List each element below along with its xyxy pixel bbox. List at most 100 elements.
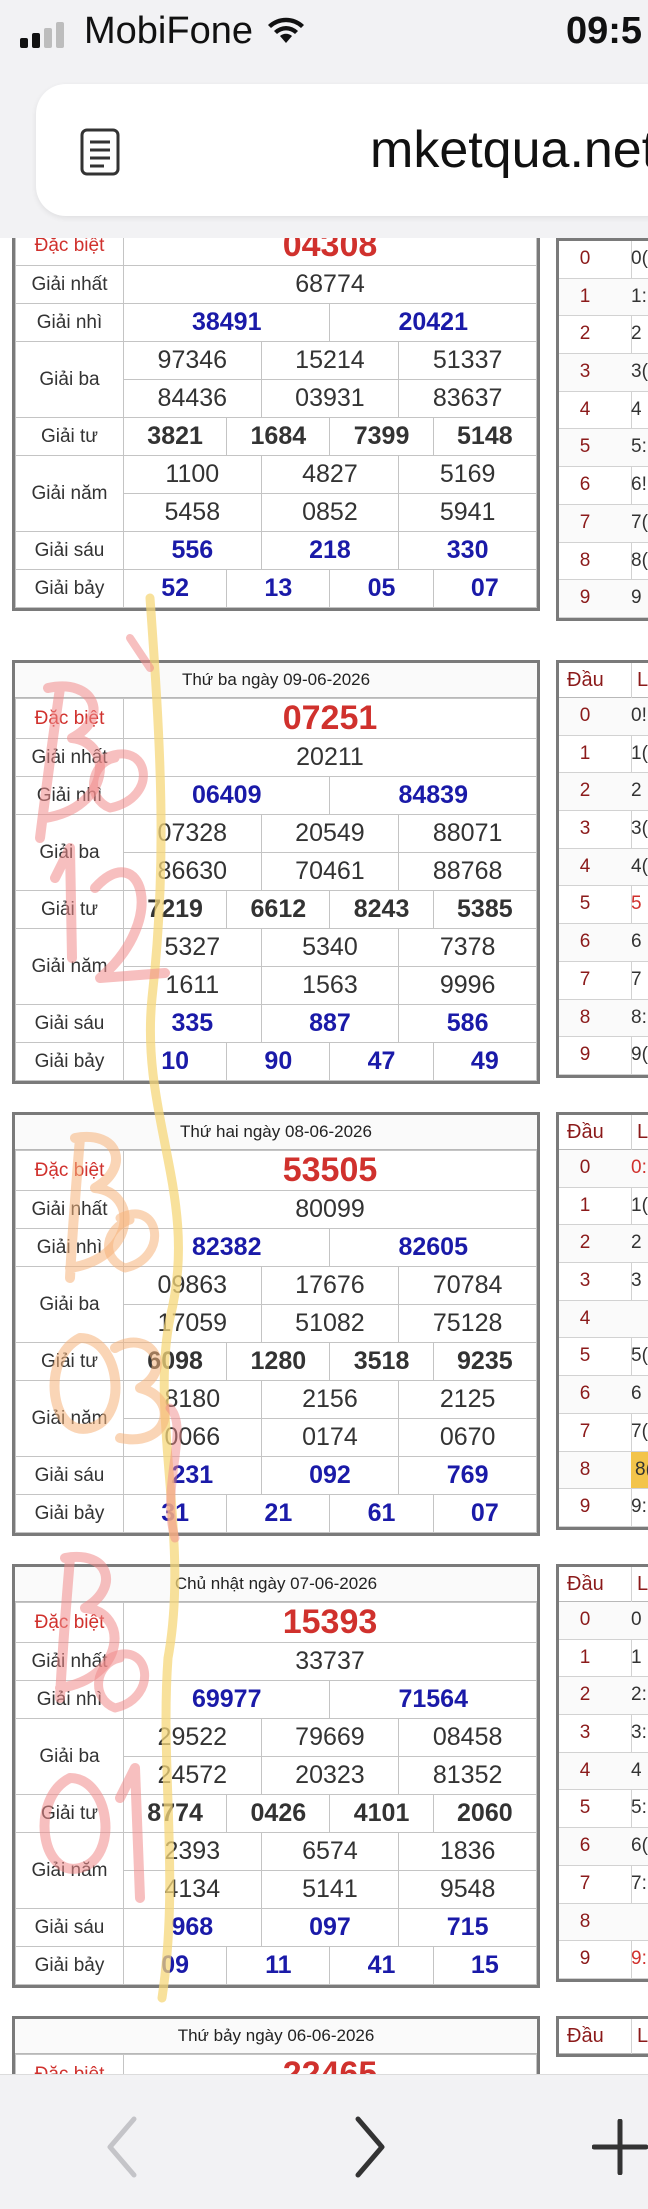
prize-number: 82382	[122, 1228, 331, 1267]
label-special: Đặc biệt	[15, 238, 124, 266]
head-tail-row: 3 3(	[559, 811, 648, 849]
label-second: Giải nhì	[15, 1680, 124, 1719]
prize-number: 20211	[123, 738, 537, 777]
head-tail-row: 4	[559, 1300, 648, 1339]
label-first: Giải nhất	[15, 738, 124, 777]
prize-number: 52	[122, 569, 228, 608]
head-tail-row: 99	[559, 580, 648, 618]
prize-number: 68774	[123, 265, 537, 304]
prize-number: 4101	[329, 1794, 434, 1833]
prize-number: 88071	[398, 814, 537, 853]
head-tail-table: ĐầuLo	[556, 2016, 648, 2057]
prize-number: 84436	[123, 379, 262, 418]
head-tail-table: ĐầuLo00!11(2233(44(55667788:99(	[556, 660, 648, 1078]
prize-number: 2156	[260, 1380, 400, 1419]
prize-number: 22465	[123, 2054, 537, 2074]
head-tail-row: 00	[559, 1602, 648, 1640]
head-tail-header: ĐầuLo	[559, 663, 648, 698]
forward-arrow-icon[interactable]	[352, 2115, 388, 2179]
prize-number: 4134	[123, 1870, 262, 1909]
address-bar[interactable]: mketqua.net	[36, 84, 648, 216]
prize-number: 715	[398, 1908, 537, 1947]
back-arrow-icon[interactable]	[104, 2115, 140, 2179]
prize-number: 33737	[123, 1642, 537, 1681]
prize-number: 31	[122, 1494, 228, 1533]
prize-number: 8243	[329, 890, 434, 929]
label-second: Giải nhì	[15, 1228, 124, 1267]
prize-number: 5169	[398, 455, 537, 494]
prize-number: 38491	[122, 303, 331, 342]
prize-number: 2125	[398, 1380, 537, 1419]
prize-number: 6574	[260, 1832, 400, 1871]
head-tail-row: 8 8:	[559, 999, 648, 1038]
head-tail-row: 88(	[559, 543, 648, 581]
prize-number: 0426	[226, 1794, 331, 1833]
label-third: Giải ba	[15, 814, 124, 891]
prize-number: 9235	[432, 1342, 538, 1381]
prize-number: 11	[226, 1946, 331, 1985]
head-tail-row: 6 6!	[559, 467, 648, 505]
prize-number: 09863	[123, 1266, 262, 1305]
prize-number: 3821	[122, 417, 228, 456]
label-seventh: Giải bảy	[15, 1494, 124, 1533]
prize-number: 1836	[398, 1832, 537, 1871]
head-tail-row: 9 9(	[559, 1037, 648, 1075]
prize-number: 2060	[432, 1794, 538, 1833]
carrier-name: MobiFone	[84, 10, 253, 52]
results-page[interactable]: Đặc biệt 04308 Giải nhất 68774 Giải nhì 38491…	[0, 238, 648, 2074]
prize-number: 03931	[260, 379, 400, 418]
head-tail-row: 33	[559, 1263, 648, 1301]
head-tail-row: 5 5(	[559, 1338, 648, 1377]
prize-number: 79669	[260, 1718, 400, 1757]
head-tail-row: 0 0:	[559, 1150, 648, 1188]
status-time: 09:5	[566, 10, 643, 52]
head-tail-row: 55	[559, 886, 648, 925]
label-seventh: Giải bảy	[15, 1042, 124, 1081]
label-first: Giải nhất	[15, 265, 124, 304]
url-text[interactable]: mketqua.net	[370, 120, 648, 180]
prize-number: 5458	[123, 493, 262, 532]
prize-number: 1563	[260, 966, 400, 1005]
prize-number: 81352	[398, 1756, 537, 1795]
prize-number: 20549	[260, 814, 400, 853]
prize-number: 8774	[122, 1794, 228, 1833]
prize-number: 9996	[398, 966, 537, 1005]
head-tail-row: 88(	[559, 1451, 648, 1490]
prize-number: 06409	[122, 776, 331, 815]
new-tab-plus-icon[interactable]	[592, 2119, 648, 2175]
head-tail-table: ĐầuLo001122:33:4455:66(77:899:	[556, 1564, 648, 1982]
head-tail-row: 0 0!	[559, 698, 648, 736]
page-menu-icon[interactable]	[80, 128, 120, 176]
label-sixth: Giải sáu	[15, 1456, 124, 1495]
prize-number: 4827	[260, 455, 400, 494]
draw-date: Thứ bảy ngày 06-06-2026	[15, 2019, 537, 2054]
prize-number: 07	[432, 1494, 538, 1533]
label-sixth: Giải sáu	[15, 1908, 124, 1947]
head-tail-table: 0 0(1 1: 2 2 3 3(4 4 5 5: 6 6! 7 7(8 8(9 9	[556, 238, 648, 621]
head-tail-row: 5 5:	[559, 1790, 648, 1829]
wifi-icon	[268, 17, 304, 43]
label-special: Đặc biệt	[15, 2054, 124, 2074]
label-second: Giải nhì	[15, 776, 124, 815]
prize-number: 3518	[329, 1342, 434, 1381]
head-tail-row: 1 1(	[559, 736, 648, 774]
prize-number: 05	[329, 569, 434, 608]
prize-number: 04308	[123, 238, 537, 266]
prize-number: 231	[123, 1456, 262, 1495]
prize-number: 7219	[122, 890, 228, 929]
head-tail-row: 44	[559, 392, 648, 430]
head-tail-header: ĐầuLo	[559, 1115, 648, 1150]
head-tail-row: 66	[559, 924, 648, 962]
head-tail-row: 6 6(	[559, 1828, 648, 1866]
label-fourth: Giải tư	[15, 1342, 124, 1381]
prize-number: 17676	[260, 1266, 400, 1305]
head-tail-row: 9 9:	[559, 1489, 648, 1527]
prize-number: 71564	[329, 1680, 537, 1719]
head-tail-table: ĐầuLo00:11(2233455(6677(88(99:	[556, 1112, 648, 1530]
prize-number: 7378	[398, 928, 537, 967]
prize-number: 0670	[398, 1418, 537, 1457]
label-fourth: Giải tư	[15, 417, 124, 456]
prize-number: 13	[226, 569, 331, 608]
label-special: Đặc biệt	[15, 1150, 124, 1191]
prize-number: 6612	[226, 890, 331, 929]
